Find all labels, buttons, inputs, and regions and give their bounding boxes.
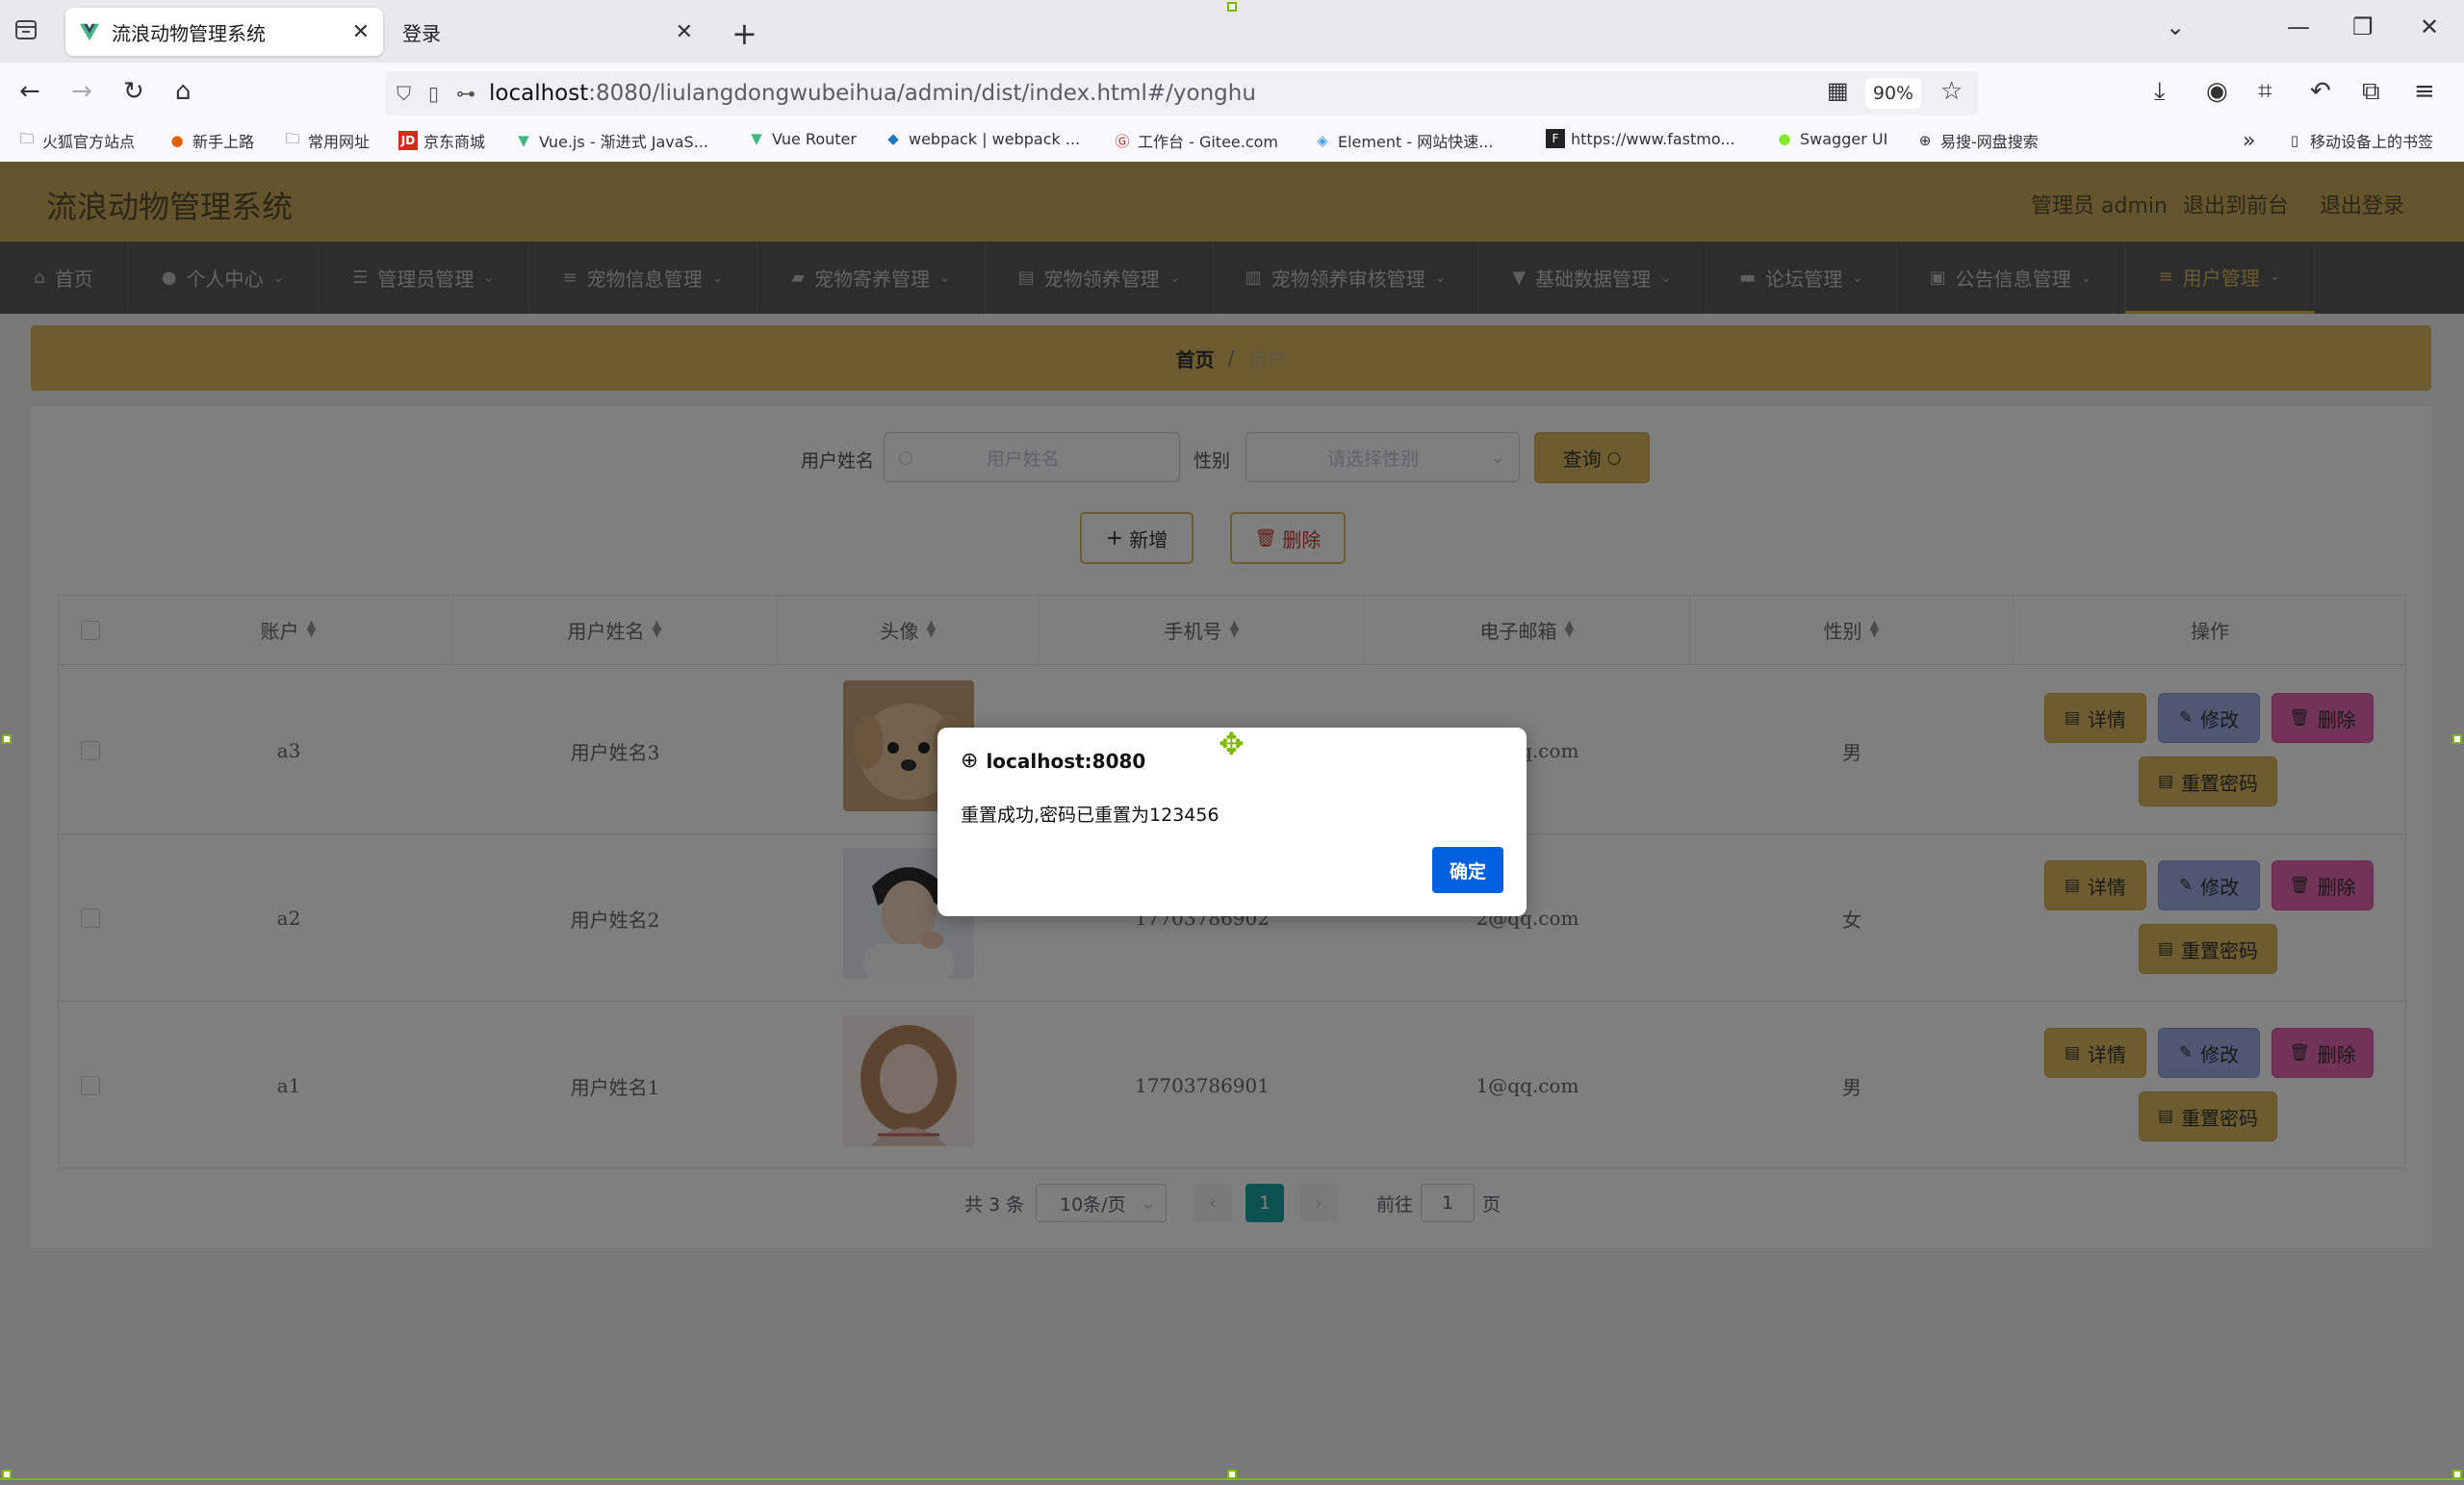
page-icon: ▯	[428, 82, 440, 105]
vue-icon: ▼	[518, 132, 529, 149]
dialog-origin: ⊕ localhost:8080	[961, 749, 1146, 773]
bookmark-item[interactable]: Ⓖ 工作台 - Gitee.com	[1113, 129, 1278, 152]
swagger-icon: ●	[1778, 130, 1791, 147]
bookmark-item[interactable]: ◈ Element - 网站快速...	[1313, 129, 1493, 152]
element-icon: ◈	[1317, 132, 1328, 149]
ok-button[interactable]: 确定	[1432, 847, 1503, 893]
more-bookmarks-icon[interactable]: »	[2243, 129, 2255, 153]
resize-handle[interactable]	[2, 734, 12, 744]
shield-icon[interactable]: ⛉	[397, 82, 411, 105]
folder-icon: 🗀	[285, 129, 300, 147]
new-tab-icon[interactable]: +	[732, 15, 757, 52]
bookmark-item[interactable]: Fhttps://www.fastmo...	[1546, 129, 1735, 148]
resize-handle[interactable]	[1227, 2, 1237, 12]
url-host: localhost	[489, 81, 589, 106]
tab-list-icon[interactable]	[13, 17, 42, 46]
restore-icon[interactable]: ❐	[2352, 13, 2374, 40]
bookmark-item[interactable]: ⊕ 易搜-网盘搜索	[1915, 129, 2039, 152]
downloads-icon[interactable]: ⤓	[2154, 77, 2166, 107]
undo-icon[interactable]: ↶	[2310, 77, 2331, 106]
bookmark-item[interactable]: 🗀 常用网址	[283, 129, 370, 152]
list-all-tabs-icon[interactable]: ⌄	[2166, 13, 2185, 40]
webpack-icon: ◆	[887, 130, 899, 147]
globe-icon: ⊕	[1918, 132, 1932, 149]
address-bar[interactable]: ⛉ ▯ ⊶ localhost:8080/liulangdongwubeihua…	[385, 71, 1978, 115]
minimize-icon[interactable]: —	[2287, 13, 2310, 40]
bookmark-item[interactable]: ◆ webpack | webpack ...	[884, 129, 1080, 148]
permissions-icon[interactable]: ⊶	[456, 82, 475, 105]
bookmark-item[interactable]: ● 新手上路	[167, 129, 254, 152]
folder-icon: 🗀	[19, 129, 35, 147]
back-icon[interactable]: ←	[19, 77, 40, 106]
tab-active[interactable]: 流浪动物管理系统 ✕	[65, 8, 383, 56]
bookmark-item[interactable]: JD 京东商城	[398, 129, 485, 152]
menu-icon[interactable]: ≡	[2414, 77, 2435, 106]
zoom-level[interactable]: 90%	[1865, 78, 1921, 109]
fastmock-icon: F	[1546, 129, 1565, 148]
mobile-icon: ▯	[2290, 132, 2299, 149]
selection-border	[0, 1478, 2464, 1480]
mobile-bookmarks[interactable]: ▯ 移动设备上的书签	[2285, 129, 2433, 152]
tab-title: 流浪动物管理系统	[112, 21, 266, 45]
dialog-message: 重置成功,密码已重置为123456	[961, 805, 1219, 826]
resize-handle[interactable]	[2452, 734, 2462, 744]
bookmark-item[interactable]: ● Swagger UI	[1775, 129, 1887, 148]
globe-icon: ⊕	[961, 749, 979, 773]
move-cursor-icon: ✥	[1219, 726, 1245, 762]
bookmark-item[interactable]: ▼ Vue Router	[747, 129, 857, 148]
reload-icon[interactable]: ↻	[123, 77, 144, 106]
screenshot-icon[interactable]: ⌗	[2258, 77, 2272, 107]
qr-code-icon[interactable]: ▦	[1827, 77, 1849, 104]
bookmark-star-icon[interactable]: ☆	[1940, 77, 1963, 106]
jd-icon: JD	[398, 131, 418, 150]
vue-icon: ▼	[751, 130, 762, 147]
vue-logo-icon	[79, 23, 100, 41]
firefox-icon: ●	[170, 132, 184, 149]
extensions-icon[interactable]: ⧉	[2362, 77, 2380, 107]
tab-title: 登录	[402, 21, 441, 45]
bookmark-item[interactable]: ▼ Vue.js - 渐进式 JavaS...	[514, 129, 708, 152]
gitee-icon: Ⓖ	[1115, 132, 1130, 150]
tab-login[interactable]: 登录 ✕	[389, 8, 706, 56]
close-window-icon[interactable]: ✕	[2420, 13, 2439, 40]
forward-icon[interactable]: →	[71, 77, 92, 106]
bookmark-item[interactable]: 🗀 火狐官方站点	[17, 129, 135, 152]
url-path: :8080/liulangdongwubeihua/admin/dist/ind…	[588, 81, 1256, 106]
close-tab-icon[interactable]: ✕	[676, 20, 693, 44]
close-tab-icon[interactable]: ✕	[352, 20, 370, 44]
home-icon[interactable]: ⌂	[175, 77, 192, 106]
account-icon[interactable]: ◉	[2206, 77, 2228, 106]
